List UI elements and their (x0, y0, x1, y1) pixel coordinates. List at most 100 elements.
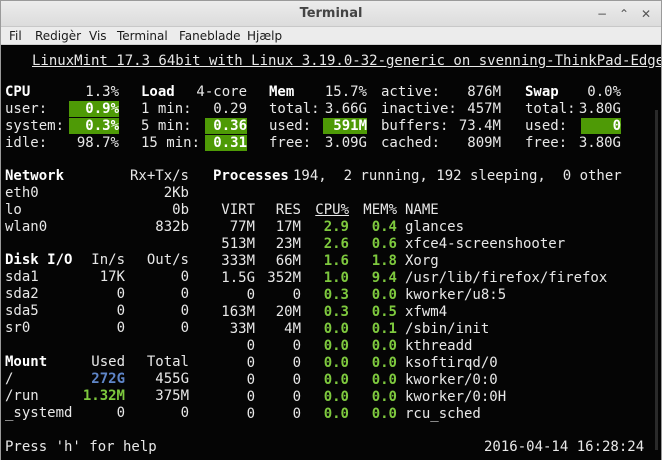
mount-name: / (5, 371, 14, 387)
swap-used-label: used: (525, 118, 568, 134)
process-mem: 0.4 (371, 219, 397, 235)
process-mem: 9.4 (371, 270, 397, 286)
process-mem: 0.6 (371, 236, 397, 252)
process-mem: 1.8 (371, 253, 397, 269)
process-cpu: 0.0 (323, 338, 349, 354)
disk-col-in: In/s (91, 252, 125, 268)
process-cpu: 1.6 (323, 253, 349, 269)
process-name: kworker/0:0 (405, 372, 498, 388)
swap-free-label: free: (525, 135, 568, 151)
process-name: /sbin/init (405, 321, 490, 337)
col-cpu[interactable]: CPU% (305, 202, 349, 218)
process-virt: 333M (221, 253, 255, 269)
cpu-title: CPU (5, 84, 31, 100)
menu-edit[interactable]: Redigèr (35, 29, 81, 43)
title-bar[interactable]: Terminal − ⌃ ✕ (1, 1, 661, 27)
mem-used-label: used: (269, 118, 312, 134)
process-res: 0 (292, 406, 301, 422)
process-name: ksoftirqd/0 (405, 355, 498, 371)
disk-out: 0 (180, 286, 189, 302)
mount-total: 375M (155, 388, 189, 404)
close-icon[interactable]: ✕ (639, 7, 653, 21)
process-cpu: 0.3 (323, 304, 349, 320)
load-15min-label: 15 min: (141, 135, 201, 151)
process-res: 0 (292, 389, 301, 405)
process-cpu: 1.0 (323, 270, 349, 286)
process-cpu: 0.0 (323, 321, 349, 337)
process-res: 352M (267, 270, 301, 286)
swap-total-label: total: (525, 101, 576, 117)
disk-title: Disk I/O (5, 252, 73, 268)
mem-inactive-value: 457M (467, 101, 501, 117)
process-cpu: 0.0 (323, 406, 349, 422)
minimize-icon[interactable]: − (595, 7, 609, 21)
terminal-area[interactable]: LinuxMint 17.3 64bit with Linux 3.19.0-3… (1, 46, 661, 460)
system-info-header: LinuxMint 17.3 64bit with Linux 3.19.0-3… (32, 53, 661, 69)
disk-out: 0 (180, 269, 189, 285)
process-virt: 0 (246, 389, 255, 405)
menu-help[interactable]: Hjælp (247, 29, 282, 43)
maximize-icon[interactable]: ⌃ (617, 7, 631, 21)
process-cpu: 2.9 (323, 219, 349, 235)
process-virt: 0 (246, 355, 255, 371)
process-virt: 0 (246, 287, 255, 303)
network-rate: 832b (155, 219, 189, 235)
mem-title: Mem (269, 84, 295, 100)
mem-cached-label: cached: (381, 135, 441, 151)
col-mem[interactable]: MEM% (353, 202, 397, 218)
mem-cached-value: 809M (467, 135, 501, 151)
process-name: xfce4-screenshooter (405, 236, 566, 252)
process-res: 0 (292, 338, 301, 354)
process-virt: 77M (229, 219, 255, 235)
process-mem: 0.0 (371, 389, 397, 405)
load-5min-label: 5 min: (141, 118, 192, 134)
process-mem: 0.0 (371, 406, 397, 422)
cpu-idle-value: 98.7% (76, 135, 119, 151)
menu-file[interactable]: Fil (9, 29, 22, 43)
process-mem: 0.5 (371, 304, 397, 320)
process-res: 66M (275, 253, 301, 269)
disk-in: 17K (99, 269, 125, 285)
col-name[interactable]: NAME (405, 202, 439, 218)
process-virt: 33M (229, 321, 255, 337)
process-virt: 0 (246, 372, 255, 388)
swap-used-value: 0 (581, 118, 621, 134)
process-mem: 0.0 (371, 287, 397, 303)
datetime: 2016-04-14 16:28:24 (484, 439, 645, 455)
process-cpu: 0.3 (323, 287, 349, 303)
menu-view[interactable]: Vis (89, 29, 107, 43)
process-mem: 0.1 (371, 321, 397, 337)
menu-tabs[interactable]: Faneblade (179, 29, 240, 43)
load-5min-value: 0.36 (205, 118, 247, 134)
load-cores: 4-core (196, 84, 247, 100)
process-name: kworker/0:0H (405, 389, 507, 405)
cpu-user-label: user: (5, 101, 48, 117)
mem-buffers-label: buffers: (381, 118, 449, 134)
process-name: xfwm4 (405, 304, 448, 320)
network-col-rate: Rx+Tx/s (129, 168, 189, 184)
process-cpu: 0.0 (323, 372, 349, 388)
swap-total-value: 3.80G (578, 101, 621, 117)
menu-terminal[interactable]: Terminal (117, 29, 168, 43)
terminal-window: Terminal − ⌃ ✕ Fil Redigèr Vis Terminal … (0, 0, 662, 460)
scrollbar[interactable] (655, 110, 658, 450)
process-name: rcu_sched (405, 406, 481, 422)
disk-name: sda5 (5, 303, 39, 319)
network-iface: wlan0 (5, 219, 48, 235)
mem-total-value: 3.66G (324, 101, 367, 117)
col-virt[interactable]: VIRT (211, 202, 255, 218)
col-res[interactable]: RES (261, 202, 301, 218)
mount-total: 0 (180, 405, 189, 421)
process-res: 0 (292, 355, 301, 371)
mount-col-total: Total (146, 354, 189, 370)
mem-active-value: 876M (467, 84, 501, 100)
network-iface: lo (5, 202, 22, 218)
process-cpu: 0.0 (323, 355, 349, 371)
swap-free-value: 3.80G (578, 135, 621, 151)
mount-title: Mount (5, 354, 48, 370)
mem-total-label: total: (269, 101, 320, 117)
process-res: 23M (275, 236, 301, 252)
process-name: kthreadd (405, 338, 473, 354)
mem-free-value: 3.09G (324, 135, 367, 151)
process-virt: 163M (221, 304, 255, 320)
